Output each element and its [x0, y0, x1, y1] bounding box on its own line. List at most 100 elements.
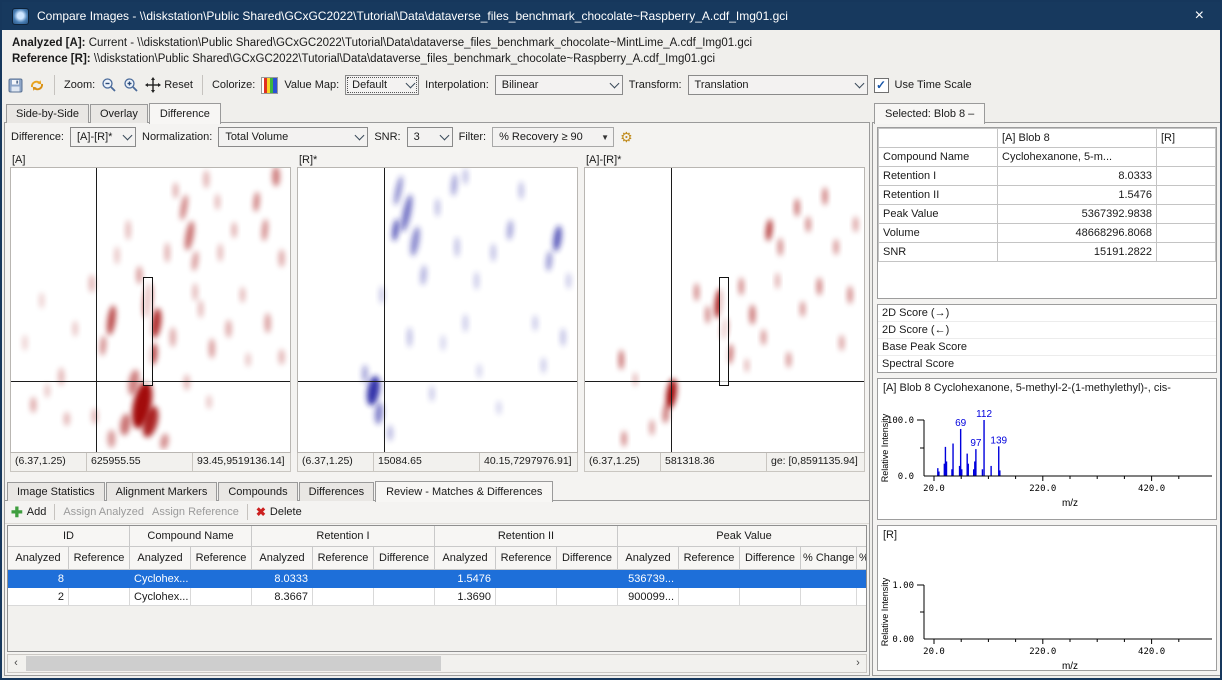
add-button[interactable]: ✚Add: [11, 506, 46, 518]
table-row[interactable]: 2Cyclohex...8.36671.3690900099...: [8, 588, 866, 606]
blob-table-row[interactable]: SNR15191.2822: [879, 243, 1216, 262]
interpolation-label: Interpolation:: [425, 79, 489, 91]
tab-overlay[interactable]: Overlay: [90, 104, 148, 123]
table-subheader-row: AnalyzedReferenceAnalyzedReferenceAnalyz…: [8, 547, 866, 570]
selected-blob-outline: [143, 277, 153, 386]
value-map-value: Default: [352, 79, 387, 91]
compare-images-window: Compare Images - \\diskstation\Public Sh…: [0, 0, 1222, 680]
tab-alignment-markers[interactable]: Alignment Markers: [106, 482, 218, 501]
blob-table-row[interactable]: Compound NameCyclohexanone, 5-m...: [879, 148, 1216, 167]
use-time-scale-checkbox[interactable]: ✓: [874, 78, 889, 93]
column-header[interactable]: Difference: [374, 547, 435, 570]
blob-table-row[interactable]: Retention I8.0333: [879, 167, 1216, 186]
column-header[interactable]: Reference: [191, 547, 252, 570]
snr-label: SNR:: [374, 131, 400, 143]
spectrum-title-analyzed: [A] Blob 8 Cyclohexanone, 5-methyl-2-(1-…: [878, 379, 1216, 394]
zoom-out-button[interactable]: [101, 77, 117, 93]
reference-path-line: Reference [R]: \\diskstation\Public Shar…: [12, 51, 1210, 67]
chromatogram-image[interactable]: [297, 167, 578, 453]
group-header-peak-value[interactable]: Peak Value: [618, 526, 867, 547]
table-group-header-row: IDCompound NameRetention IRetention IIPe…: [8, 526, 866, 547]
snr-select[interactable]: 3: [407, 127, 453, 147]
group-header-retention-ii[interactable]: Retention II: [435, 526, 618, 547]
tab-image-statistics[interactable]: Image Statistics: [7, 482, 105, 501]
assign-analyzed-button[interactable]: Assign Analyzed: [63, 506, 144, 518]
svg-text:Relative Intensity: Relative Intensity: [880, 413, 890, 482]
tab-difference[interactable]: Difference: [149, 103, 221, 124]
interpolation-select[interactable]: Bilinear: [495, 75, 623, 95]
tab-selected-blob[interactable]: Selected: Blob 8 –: [874, 103, 985, 124]
table-row[interactable]: 8Cyclohex...8.03331.5476536739...: [8, 570, 866, 588]
column-header[interactable]: Reference: [69, 547, 130, 570]
column-header[interactable]: Reference: [496, 547, 557, 570]
scroll-left-arrow[interactable]: ‹: [8, 656, 24, 671]
group-header-retention-i[interactable]: Retention I: [252, 526, 435, 547]
actions-separator: [247, 504, 248, 520]
svg-text:69: 69: [955, 418, 967, 429]
blob-table-row[interactable]: Retention II1.5476: [879, 186, 1216, 205]
scroll-right-arrow[interactable]: ›: [850, 656, 866, 671]
delete-button[interactable]: ✖Delete: [256, 506, 302, 518]
table-cell: [374, 588, 435, 606]
toolbar-separator: [54, 75, 55, 95]
difference-select[interactable]: [A]-[R]*: [70, 127, 136, 147]
group-header-compound-name[interactable]: Compound Name: [130, 526, 252, 547]
column-header[interactable]: Difference: [740, 547, 801, 570]
svg-text:m/z: m/z: [1062, 661, 1078, 672]
transform-value: Translation: [695, 79, 749, 91]
assign-reference-button[interactable]: Assign Reference: [152, 506, 239, 518]
chromatogram-image[interactable]: [584, 167, 865, 453]
selected-blob-outline: [719, 277, 729, 386]
scrollbar-thumb[interactable]: [26, 656, 441, 671]
attribute-label: SNR: [879, 243, 998, 262]
crosshair-vertical: [384, 168, 385, 452]
column-header[interactable]: Analyzed: [130, 547, 191, 570]
colorize-icon[interactable]: [261, 77, 278, 94]
tab-differences[interactable]: Differences: [299, 482, 374, 501]
svg-text:m/z: m/z: [1062, 498, 1078, 509]
actions-separator: [54, 504, 55, 520]
value-map-label: Value Map:: [284, 79, 339, 91]
main-toolbar: Zoom: Reset Colorize: Value Map: Default…: [2, 70, 1220, 100]
normalization-select[interactable]: Total Volume: [218, 127, 368, 147]
attribute-label: Volume: [879, 224, 998, 243]
tab-compounds[interactable]: Compounds: [218, 482, 297, 501]
column-header[interactable]: % Change: [801, 547, 857, 570]
table-cell: [679, 588, 740, 606]
assign-reference-label: Assign Reference: [152, 506, 239, 518]
sync-button[interactable]: [29, 78, 45, 93]
analyzed-value: 15191.2822: [998, 243, 1157, 262]
reference-path: \\diskstation\Public Shared\GCxGC2022\Tu…: [94, 53, 715, 65]
tab-side-by-side[interactable]: Side-by-Side: [6, 104, 89, 123]
value-map-select[interactable]: Default: [345, 75, 419, 95]
horizontal-scrollbar[interactable]: ‹ ›: [7, 654, 867, 673]
svg-text:220.0: 220.0: [1029, 484, 1056, 494]
difference-controls: Difference: [A]-[R]* Normalization: Tota…: [5, 123, 869, 150]
reference-value: [1157, 205, 1216, 224]
column-header[interactable]: Reference: [679, 547, 740, 570]
column-header[interactable]: Analyzed: [252, 547, 313, 570]
reference-value: [1157, 167, 1216, 186]
close-button[interactable]: ×: [1189, 6, 1210, 26]
filter-settings-gear-icon[interactable]: ⚙: [620, 130, 633, 144]
filter-menu-button[interactable]: % Recovery ≥ 90▼: [492, 127, 614, 147]
pan-reset-button[interactable]: Reset: [145, 77, 193, 93]
column-header[interactable]: Analyzed: [435, 547, 496, 570]
blob-table-row[interactable]: Volume48668296.8068: [879, 224, 1216, 243]
column-header[interactable]: Analyzed: [8, 547, 69, 570]
svg-text:1.00: 1.00: [892, 581, 914, 591]
column-header[interactable]: Difference: [557, 547, 618, 570]
column-header[interactable]: Reference: [313, 547, 374, 570]
blob-table-row[interactable]: Peak Value5367392.9838: [879, 205, 1216, 224]
tab-review-matches-differences[interactable]: Review - Matches & Differences: [375, 481, 553, 502]
attribute-label: Peak Value: [879, 205, 998, 224]
group-header-id[interactable]: ID: [8, 526, 130, 547]
chromatogram-panels: [A](6.37,1.25)625955.5593.45,9519136.14]…: [5, 150, 869, 474]
column-header[interactable]: %: [857, 547, 867, 570]
chromatogram-image[interactable]: [10, 167, 291, 453]
column-header[interactable]: Analyzed: [618, 547, 679, 570]
zoom-in-button[interactable]: [123, 77, 139, 93]
analyzed-path-line: Analyzed [A]: Current - \\diskstation\Pu…: [12, 35, 1210, 51]
save-button[interactable]: [8, 78, 23, 93]
transform-select[interactable]: Translation: [688, 75, 868, 95]
